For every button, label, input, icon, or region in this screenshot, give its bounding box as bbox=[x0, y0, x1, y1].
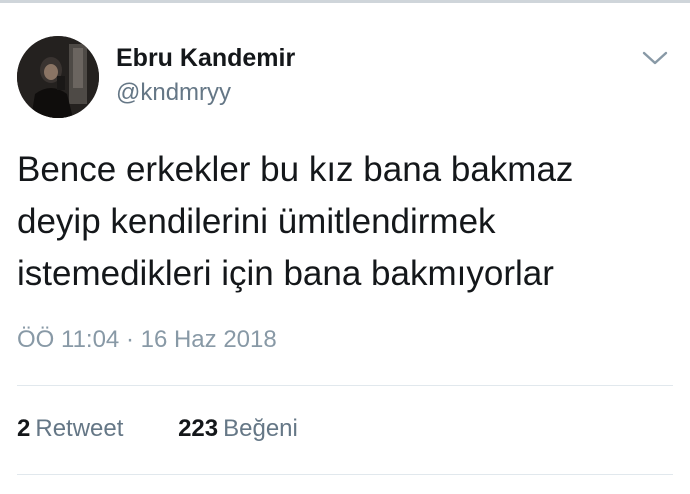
divider bbox=[17, 385, 673, 386]
tweet-text: Bence erkekler bu kız bana bakmaz deyip … bbox=[17, 144, 667, 300]
author-display-name[interactable]: Ebru Kandemir bbox=[116, 44, 295, 72]
likes-label: Beğeni bbox=[223, 415, 298, 442]
avatar-photo bbox=[17, 36, 99, 118]
likes-stat[interactable]: 223 Beğeni bbox=[178, 414, 298, 444]
chevron-down-icon[interactable] bbox=[641, 48, 669, 68]
author-handle[interactable]: @kndmryy bbox=[116, 79, 231, 107]
tweet-text-line: istemedikleri için bana bakmıyorlar bbox=[17, 254, 554, 293]
retweets-count: 2 bbox=[17, 415, 31, 442]
divider bbox=[17, 474, 673, 475]
tweet-stats: 2 Retweet 223 Beğeni bbox=[17, 414, 298, 444]
tweet-text-line: deyip kendilerini ümitlendirmek bbox=[17, 202, 496, 241]
retweets-label: Retweet bbox=[35, 415, 124, 442]
likes-count: 223 bbox=[178, 415, 219, 442]
top-border bbox=[0, 0, 690, 3]
retweets-stat[interactable]: 2 Retweet bbox=[17, 414, 123, 444]
avatar[interactable] bbox=[17, 36, 99, 118]
tweet-timestamp[interactable]: ÖÖ 11:04 · 16 Haz 2018 bbox=[17, 326, 277, 354]
tweet-text-line: Bence erkekler bu kız bana bakmaz bbox=[17, 150, 574, 189]
